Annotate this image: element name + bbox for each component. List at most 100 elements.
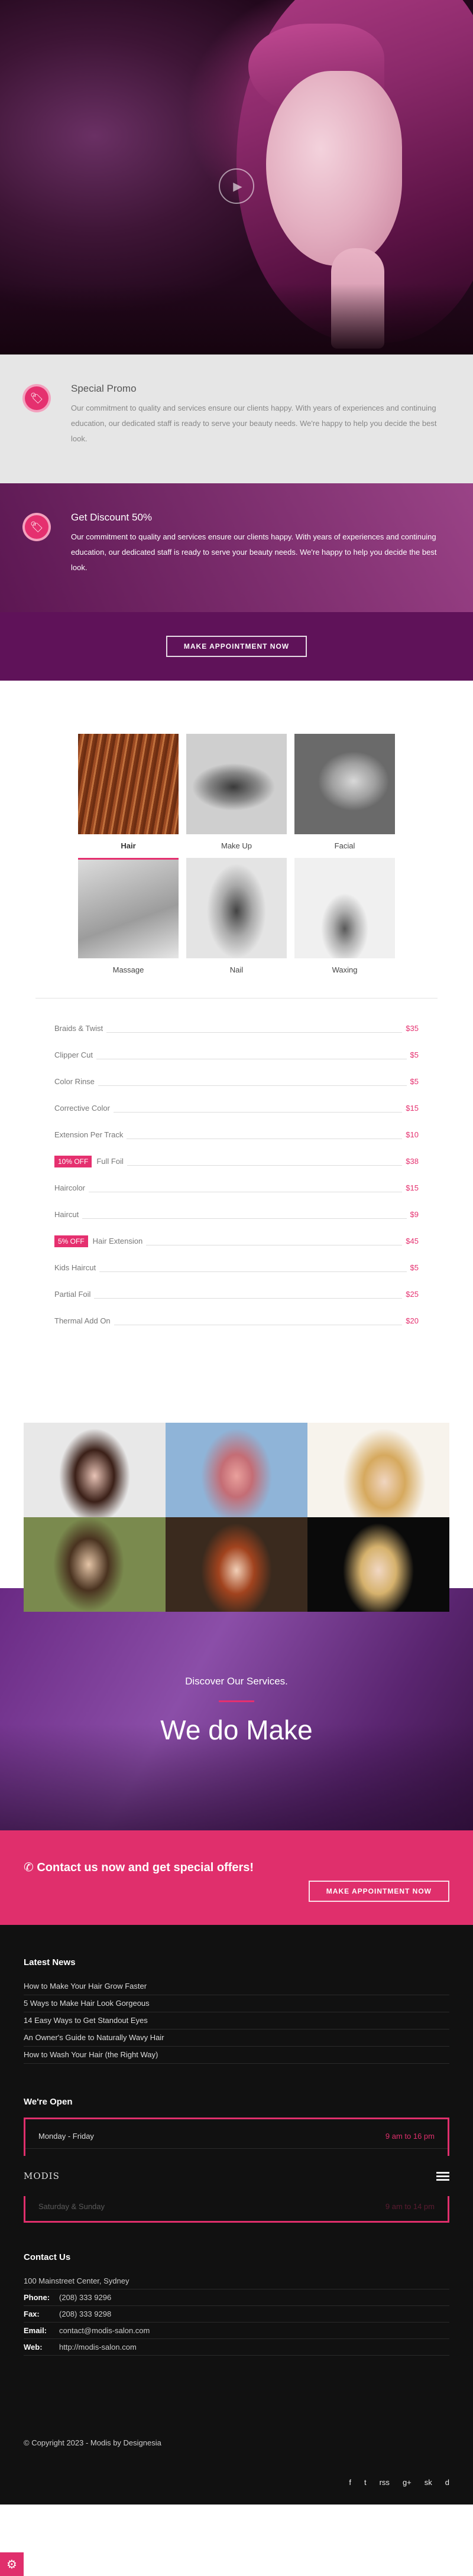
social-links: f t rss g+ sk d xyxy=(24,2478,449,2487)
news-link[interactable]: 14 Easy Ways to Get Standout Eyes xyxy=(24,2012,449,2029)
make-appointment-button[interactable]: MAKE APPOINTMENT NOW xyxy=(166,636,307,657)
accent-bar xyxy=(219,1700,254,1702)
gallery-image[interactable] xyxy=(24,1517,166,1612)
service-label: Nail xyxy=(229,965,244,974)
contact-row: Fax: (208) 333 9298 xyxy=(24,2306,449,2323)
price-name: Braids & Twist xyxy=(54,1024,103,1033)
cta-heading: ✆ Contact us now and get special offers! xyxy=(24,1860,254,1875)
cta-appointment-button[interactable]: MAKE APPOINTMENT NOW xyxy=(308,1881,449,1902)
gallery-image[interactable] xyxy=(166,1517,307,1612)
tag-icon: 🏷 xyxy=(22,384,51,412)
service-label: Waxing xyxy=(332,965,358,974)
discount-promo-section: 🏷 Get Discount 50% Our commitment to qua… xyxy=(0,483,473,612)
promo-text: Our commitment to quality and services e… xyxy=(71,532,437,572)
skype-icon[interactable]: sk xyxy=(425,2478,432,2487)
gallery-image[interactable] xyxy=(307,1517,449,1612)
price-row: 5% OFF Hair Extension $45 xyxy=(54,1228,419,1254)
price-name: Corrective Color xyxy=(54,1104,110,1113)
rss-icon[interactable]: rss xyxy=(380,2478,390,2487)
price-value: $5 xyxy=(410,1050,419,1059)
menu-icon[interactable] xyxy=(436,2170,449,2183)
price-value: $20 xyxy=(406,1316,419,1325)
service-facial[interactable]: Facial xyxy=(294,734,395,850)
cta-section: ✆ Contact us now and get special offers!… xyxy=(0,1830,473,1925)
discount-badge: 5% OFF xyxy=(54,1235,88,1247)
hours-heading: We're Open xyxy=(24,2097,73,2107)
price-row: Kids Haircut $5 xyxy=(54,1254,419,1281)
discover-section: Discover Our Services. We do Make xyxy=(0,1588,473,1830)
news-link[interactable]: An Owner's Guide to Naturally Wavy Hair xyxy=(24,2029,449,2047)
price-name: Full Foil xyxy=(96,1157,124,1166)
site-logo[interactable]: MODIS xyxy=(24,2171,60,2181)
special-promo-section: 🏷 Special Promo Our commitment to qualit… xyxy=(0,354,473,483)
dribbble-icon[interactable]: d xyxy=(445,2478,449,2487)
contact-value[interactable]: contact@modis-salon.com xyxy=(59,2326,150,2335)
news-link[interactable]: How to Make Your Hair Grow Faster xyxy=(24,1978,449,1995)
services-grid: Hair Make Up Facial Massage Nail Waxing xyxy=(0,681,473,986)
price-name: Clipper Cut xyxy=(54,1050,93,1059)
contact-label: Web: xyxy=(24,2343,43,2351)
news-list: How to Make Your Hair Grow Faster 5 Ways… xyxy=(24,1978,449,2064)
service-makeup[interactable]: Make Up xyxy=(186,734,287,850)
hours-section: We're Open Monday - Friday 9 am to 16 pm … xyxy=(24,2097,449,2223)
news-link[interactable]: 5 Ways to Make Hair Look Gorgeous xyxy=(24,1995,449,2012)
price-value: $15 xyxy=(406,1183,419,1192)
price-name: Hair Extension xyxy=(92,1237,143,1245)
price-name: Haircolor xyxy=(54,1183,86,1192)
price-value: $38 xyxy=(406,1157,419,1166)
hours-box: Monday - Friday 9 am to 16 pm MODIS Satur… xyxy=(24,2118,449,2223)
price-value: $15 xyxy=(406,1104,419,1113)
price-name: Color Rinse xyxy=(54,1077,95,1086)
news-heading: Latest News xyxy=(24,1957,76,1967)
price-row: 10% OFF Full Foil $38 xyxy=(54,1148,419,1175)
gallery-image[interactable] xyxy=(307,1423,449,1517)
service-nail[interactable]: Nail xyxy=(186,858,287,974)
service-label: Hair xyxy=(121,841,136,850)
contact-value: (208) 333 9296 xyxy=(59,2293,112,2302)
price-row: Haircolor $15 xyxy=(54,1175,419,1201)
footer: Latest News How to Make Your Hair Grow F… xyxy=(0,1925,473,2576)
price-name: Partial Foil xyxy=(54,1290,91,1299)
promo-title: Special Promo xyxy=(71,383,137,394)
hours-row: Monday - Friday 9 am to 16 pm xyxy=(25,2124,448,2149)
hours-time: 9 am to 14 pm xyxy=(385,2201,435,2211)
hours-day: Monday - Friday xyxy=(38,2132,94,2141)
phone-icon: ✆ xyxy=(24,1861,34,1874)
service-image xyxy=(294,734,395,834)
contact-label: Phone: xyxy=(24,2293,50,2302)
price-row: Haircut $9 xyxy=(54,1201,419,1228)
play-icon: ▶ xyxy=(233,180,242,193)
price-value: $5 xyxy=(410,1077,419,1086)
price-value: $25 xyxy=(406,1290,419,1299)
google-plus-icon[interactable]: g+ xyxy=(403,2478,412,2487)
price-value: $35 xyxy=(406,1024,419,1033)
gear-icon[interactable]: ⚙ xyxy=(0,2552,24,2576)
sticky-navbar: MODIS xyxy=(24,2156,449,2196)
gallery-image[interactable] xyxy=(24,1423,166,1517)
service-image xyxy=(78,858,179,958)
news-link[interactable]: How to Wash Your Hair (the Right Way) xyxy=(24,2047,449,2064)
price-name: Kids Haircut xyxy=(54,1263,96,1272)
twitter-icon[interactable]: t xyxy=(364,2478,367,2487)
price-name: Haircut xyxy=(54,1210,79,1219)
contact-row: Email: contact@modis-salon.com xyxy=(24,2323,449,2339)
hours-time: 9 am to 16 pm xyxy=(385,2132,435,2141)
play-video-button[interactable]: ▶ xyxy=(219,168,254,204)
hero-fade xyxy=(0,284,473,354)
address: 100 Mainstreet Center, Sydney xyxy=(24,2273,449,2289)
promo-text: Our commitment to quality and services e… xyxy=(71,404,437,443)
price-row: Braids & Twist $35 xyxy=(54,1015,419,1042)
contact-heading: Contact Us xyxy=(24,2252,71,2262)
service-massage[interactable]: Massage xyxy=(78,858,179,974)
contact-label: Email: xyxy=(24,2326,47,2335)
contact-section: Contact Us 100 Mainstreet Center, Sydney… xyxy=(24,2252,449,2356)
price-row: Clipper Cut $5 xyxy=(54,1042,419,1068)
facebook-icon[interactable]: f xyxy=(349,2478,351,2487)
service-hair[interactable]: Hair xyxy=(78,734,179,850)
contact-label: Fax: xyxy=(24,2310,40,2318)
contact-value[interactable]: http://modis-salon.com xyxy=(59,2343,137,2351)
hero-video-section: ▶ xyxy=(0,0,473,354)
service-waxing[interactable]: Waxing xyxy=(294,858,395,974)
price-row: Thermal Add On $20 xyxy=(54,1307,419,1334)
gallery-image[interactable] xyxy=(166,1423,307,1517)
